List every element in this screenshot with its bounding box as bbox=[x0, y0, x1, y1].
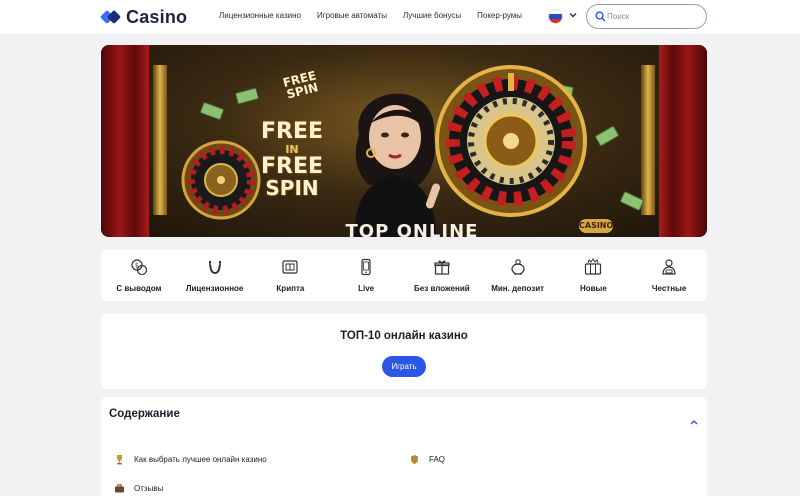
gift-icon bbox=[434, 260, 450, 275]
nav-poker-rooms[interactable]: Покер-румы bbox=[477, 11, 522, 20]
category-withdrawal[interactable]: $ С выводом bbox=[101, 250, 177, 301]
category-label: Честные bbox=[651, 284, 687, 293]
category-bar: $ С выводом Лицензионное Крипта Live Без… bbox=[101, 250, 707, 301]
casino-sign: CASINO bbox=[579, 219, 613, 233]
briefcase-icon bbox=[115, 484, 124, 493]
top10-title: ТОП-10 онлайн казино bbox=[340, 330, 468, 342]
category-label: Лицензионное bbox=[185, 284, 244, 293]
toc-title: Содержание bbox=[109, 408, 180, 420]
category-new[interactable]: Новые bbox=[556, 250, 632, 301]
toc-item-how-to-choose[interactable]: Как выбрать лучшее онлайн казино bbox=[114, 454, 267, 465]
category-no-deposit[interactable]: Без вложений bbox=[404, 250, 480, 301]
new-slot-icon bbox=[585, 258, 602, 275]
toc-item-label: Как выбрать лучшее онлайн казино bbox=[134, 455, 267, 464]
free-in-free-spin-text: FREE IN FREE SPIN bbox=[261, 119, 324, 200]
table-of-contents: Содержание Как выбрать лучшее онлайн каз… bbox=[101, 397, 707, 496]
shield-icon bbox=[411, 455, 418, 464]
pillar-right bbox=[641, 65, 655, 215]
money-bill-icon bbox=[199, 101, 225, 121]
pillar-left bbox=[153, 65, 167, 215]
toc-item-label: Отзывы bbox=[134, 484, 164, 493]
logo-text: Casino bbox=[126, 6, 188, 27]
search-box bbox=[586, 4, 707, 29]
dealer-icon bbox=[662, 259, 676, 275]
curtain-right bbox=[659, 45, 707, 237]
category-label: Live bbox=[358, 284, 375, 293]
piggy-bank-icon bbox=[511, 259, 525, 275]
curtain-left bbox=[101, 45, 149, 237]
site-header: Casino Лицензионные казино Игровые автом… bbox=[0, 0, 800, 34]
free-spin-sticker: FREE SPIN bbox=[279, 68, 324, 102]
logo[interactable]: Casino bbox=[100, 6, 187, 28]
free-text-line1: FREE bbox=[261, 119, 324, 144]
svg-text:$: $ bbox=[135, 263, 139, 270]
nav-best-bonuses[interactable]: Лучшие бонусы bbox=[403, 11, 461, 20]
category-min-deposit[interactable]: Мин. депозит bbox=[480, 250, 556, 301]
free-text-line4: SPIN bbox=[265, 176, 319, 200]
toc-item-label: FAQ bbox=[429, 455, 446, 464]
category-live[interactable]: Live bbox=[328, 250, 404, 301]
category-label: С выводом bbox=[116, 284, 162, 293]
horseshoe-icon bbox=[208, 260, 221, 275]
category-crypto[interactable]: Крипта bbox=[253, 250, 329, 301]
russia-flag-icon[interactable] bbox=[548, 9, 563, 24]
category-label: Мин. депозит bbox=[491, 284, 545, 293]
logo-mark-icon bbox=[100, 6, 122, 28]
nav-slot-machines[interactable]: Игровые автоматы bbox=[317, 11, 387, 20]
search-input[interactable] bbox=[607, 9, 701, 24]
trophy-icon bbox=[117, 455, 122, 465]
free-text-line3: FREE bbox=[261, 154, 324, 179]
promo-banner[interactable]: FREE SPIN FREE IN FREE SPIN CASINO TOP O… bbox=[101, 45, 707, 237]
chevron-down-icon[interactable] bbox=[568, 10, 578, 20]
category-licensed[interactable]: Лицензионное bbox=[177, 250, 253, 301]
category-fair[interactable]: Честные bbox=[631, 250, 707, 301]
money-bill-icon bbox=[594, 125, 620, 147]
mobile-live-icon bbox=[361, 258, 371, 276]
category-label: Новые bbox=[579, 284, 607, 293]
category-label: Без вложений bbox=[414, 284, 470, 293]
roulette-wheel-small-icon bbox=[181, 140, 261, 220]
category-label: Крипта bbox=[276, 284, 305, 293]
hostess-illustration bbox=[354, 93, 441, 237]
banner-title: TOP ONLINE bbox=[345, 221, 479, 237]
money-bill-icon bbox=[234, 87, 260, 105]
main-nav: Лицензионные казино Игровые автоматы Луч… bbox=[219, 11, 538, 20]
coins-exchange-icon: $ bbox=[131, 259, 147, 276]
play-button[interactable]: Играть bbox=[382, 356, 426, 377]
crypto-wallet-icon bbox=[282, 260, 298, 274]
chevron-up-icon[interactable] bbox=[689, 418, 699, 426]
toc-item-faq[interactable]: FAQ bbox=[409, 454, 445, 465]
toc-item-reviews[interactable]: Отзывы bbox=[114, 483, 163, 494]
top10-block: ТОП-10 онлайн казино Играть bbox=[101, 314, 707, 389]
nav-licensed-casinos[interactable]: Лицензионные казино bbox=[219, 11, 301, 20]
search-icon[interactable] bbox=[595, 11, 606, 22]
